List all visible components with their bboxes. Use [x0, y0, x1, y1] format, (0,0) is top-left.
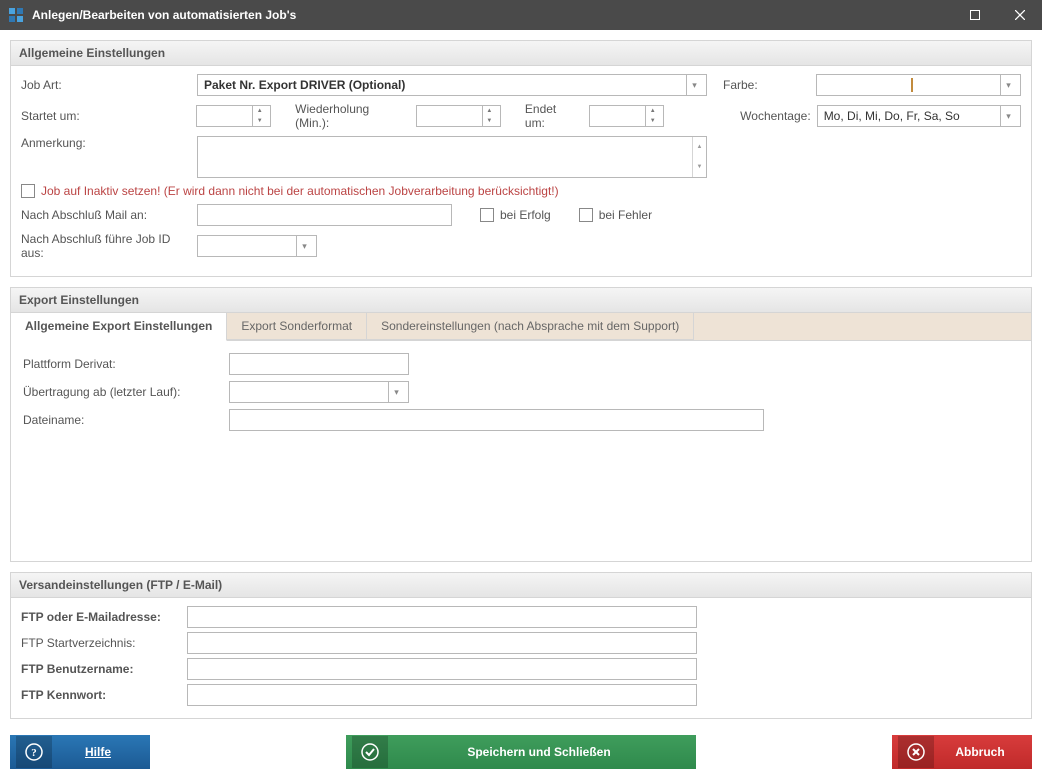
anmerkung-textarea[interactable]: ▲ ▼ — [197, 136, 707, 178]
help-button[interactable]: ? Hilfe — [10, 735, 150, 769]
startet-um-spin[interactable]: ▲▼ — [196, 105, 271, 127]
label-uebertragung-ab: Übertragung ab (letzter Lauf): — [23, 385, 223, 399]
chevron-down-icon — [296, 236, 312, 256]
label-plattform-derivat: Plattform Derivat: — [23, 357, 223, 371]
label-farbe: Farbe: — [723, 78, 758, 92]
chevron-down-icon — [1000, 75, 1016, 95]
tab-general-export[interactable]: Allgemeine Export Einstellungen — [11, 313, 227, 341]
tab-sondereinstellungen[interactable]: Sondereinstellungen (nach Absprache mit … — [367, 313, 694, 340]
label-ftp-pass: FTP Kennwort: — [21, 688, 181, 702]
save-close-button[interactable]: Speichern und Schließen — [346, 735, 696, 769]
ftp-pass-input[interactable] — [187, 684, 697, 706]
spin-down-icon[interactable]: ▼ — [483, 116, 496, 126]
panel-shipping-header: Versandeinstellungen (FTP / E-Mail) — [11, 573, 1031, 598]
panel-general-settings: Allgemeine Einstellungen Job Art: Paket … — [10, 40, 1032, 277]
label-wochentage: Wochentage: — [740, 109, 811, 123]
dateiname-input[interactable] — [229, 409, 764, 431]
spin-down-icon[interactable]: ▼ — [253, 116, 266, 126]
spin-down-icon[interactable]: ▼ — [646, 116, 659, 126]
startet-um-input[interactable] — [201, 108, 252, 124]
label-job-art: Job Art: — [21, 78, 191, 92]
footer-bar: ? Hilfe Speichern und Schließen Abbruch — [0, 729, 1042, 779]
wiederholung-input[interactable] — [421, 108, 482, 124]
label-anmerkung: Anmerkung: — [21, 136, 191, 150]
plattform-derivat-input[interactable] — [229, 353, 409, 375]
label-endet-um: Endet um: — [521, 102, 584, 130]
scroll-up-icon[interactable]: ▲ — [692, 137, 706, 157]
check-icon — [352, 736, 388, 768]
spin-up-icon[interactable]: ▲ — [646, 106, 659, 116]
bei-fehler-checkbox[interactable] — [579, 208, 593, 222]
panel-export-settings: Export Einstellungen Allgemeine Export E… — [10, 287, 1032, 562]
uebertragung-ab-combo[interactable] — [229, 381, 409, 403]
help-icon: ? — [16, 736, 52, 768]
wiederholung-spin[interactable]: ▲▼ — [416, 105, 501, 127]
chevron-down-icon — [1000, 106, 1016, 126]
label-dateiname: Dateiname: — [23, 413, 223, 427]
endet-um-input[interactable] — [594, 108, 645, 124]
inactive-label: Job auf Inaktiv setzen! (Er wird dann ni… — [41, 184, 559, 198]
label-bei-erfolg: bei Erfolg — [500, 208, 551, 222]
window-maximize-button[interactable] — [952, 0, 997, 30]
label-ftp-email: FTP oder E-Mailadresse: — [21, 610, 181, 624]
wochentage-combo[interactable]: Mo, Di, Mi, Do, Fr, Sa, So — [817, 105, 1021, 127]
color-swatch-icon — [911, 78, 913, 92]
svg-text:?: ? — [31, 747, 37, 759]
panel-general-header: Allgemeine Einstellungen — [11, 41, 1031, 66]
label-nach-mail: Nach Abschluß Mail an: — [21, 208, 191, 222]
window-title: Anlegen/Bearbeiten von automatisierten J… — [32, 8, 952, 22]
ftp-user-input[interactable] — [187, 658, 697, 680]
job-art-combo[interactable]: Paket Nr. Export DRIVER (Optional) — [197, 74, 707, 96]
app-icon — [8, 7, 24, 23]
cancel-button[interactable]: Abbruch — [892, 735, 1032, 769]
window-titlebar: Anlegen/Bearbeiten von automatisierten J… — [0, 0, 1042, 30]
label-ftp-start: FTP Startverzeichnis: — [21, 636, 181, 650]
export-tabbar: Allgemeine Export Einstellungen Export S… — [11, 313, 1031, 341]
farbe-combo[interactable] — [816, 74, 1021, 96]
label-nach-jobid: Nach Abschluß führe Job ID aus: — [21, 232, 191, 260]
label-wiederholung: Wiederholung (Min.): — [291, 102, 410, 130]
label-startet-um: Startet um: — [21, 109, 190, 123]
job-id-after-combo[interactable] — [197, 235, 317, 257]
ftp-email-input[interactable] — [187, 606, 697, 628]
mail-to-input[interactable] — [197, 204, 452, 226]
chevron-down-icon — [686, 75, 702, 95]
inactive-checkbox[interactable] — [21, 184, 35, 198]
tab-export-sonderformat[interactable]: Export Sonderformat — [227, 313, 367, 340]
panel-export-header: Export Einstellungen — [11, 288, 1031, 313]
endet-um-spin[interactable]: ▲▼ — [589, 105, 664, 127]
label-ftp-user: FTP Benutzername: — [21, 662, 181, 676]
label-bei-fehler: bei Fehler — [599, 208, 652, 222]
ftp-start-input[interactable] — [187, 632, 697, 654]
window-close-button[interactable] — [997, 0, 1042, 30]
scroll-down-icon[interactable]: ▼ — [692, 157, 706, 177]
chevron-down-icon — [388, 382, 404, 402]
close-icon — [898, 736, 934, 768]
bei-erfolg-checkbox[interactable] — [480, 208, 494, 222]
spin-up-icon[interactable]: ▲ — [483, 106, 496, 116]
spin-up-icon[interactable]: ▲ — [253, 106, 266, 116]
panel-shipping-settings: Versandeinstellungen (FTP / E-Mail) FTP … — [10, 572, 1032, 719]
